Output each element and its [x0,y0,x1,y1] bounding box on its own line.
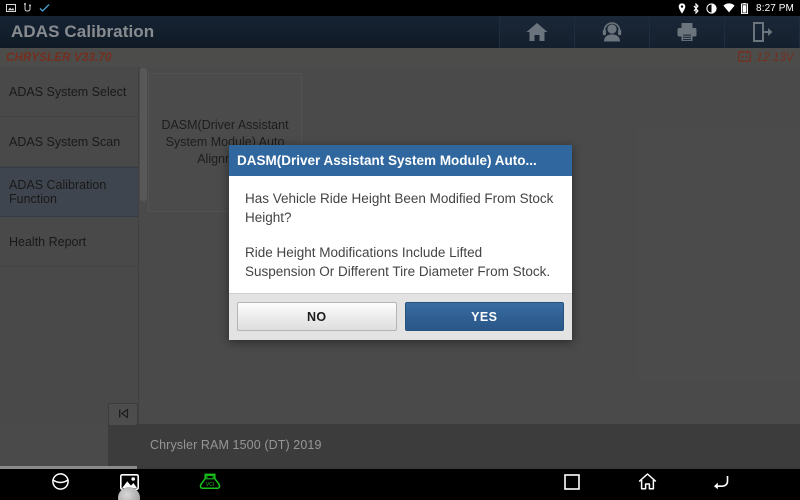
location-icon [678,2,686,14]
brightness-icon [706,2,717,14]
vci-connector-icon: VCI [199,473,221,495]
yes-button[interactable]: YES [404,302,564,331]
android-navigation-bar: VCI [0,466,800,500]
svg-text:VCI: VCI [206,482,214,488]
recent-apps-icon [564,473,580,495]
wifi-icon [723,3,735,13]
dialog-body: Has Vehicle Ride Height Been Modified Fr… [229,176,572,293]
recent-apps-button[interactable] [552,471,592,497]
vci-button[interactable]: VCI [190,471,230,497]
tablet-screen: 8:27 PM ADAS Calibration CHRYSLER V33.70… [0,0,800,500]
status-bar-left-icons [6,3,50,13]
dialog-title: DASM(Driver Assistant System Module) Aut… [229,145,572,176]
dialog-actions: NO YES [229,293,572,340]
screenshot-icon [6,3,16,13]
nav-progress-hint-remainder [137,466,800,469]
android-status-bar: 8:27 PM [0,0,800,16]
nav-progress-hint [0,466,137,469]
back-nav-icon [711,474,730,495]
status-bar-right-icons: 8:27 PM [678,2,794,14]
bluetooth-icon [692,2,700,14]
battery-icon [741,2,749,14]
back-nav-button[interactable] [700,471,740,497]
status-bar-clock: 8:27 PM [756,2,794,14]
no-button[interactable]: NO [237,302,397,331]
dialog-detail-text: Ride Height Modifications Include Lifted… [245,245,551,279]
home-nav-button[interactable] [627,471,667,497]
browser-button[interactable] [40,471,80,497]
browser-icon [51,472,70,496]
check-sync-icon [39,3,50,13]
dialog-question-text: Has Vehicle Ride Height Been Modified Fr… [245,191,554,225]
confirmation-dialog: DASM(Driver Assistant System Module) Aut… [229,145,572,340]
usb-debug-icon [23,3,32,13]
home-nav-icon [638,473,657,495]
